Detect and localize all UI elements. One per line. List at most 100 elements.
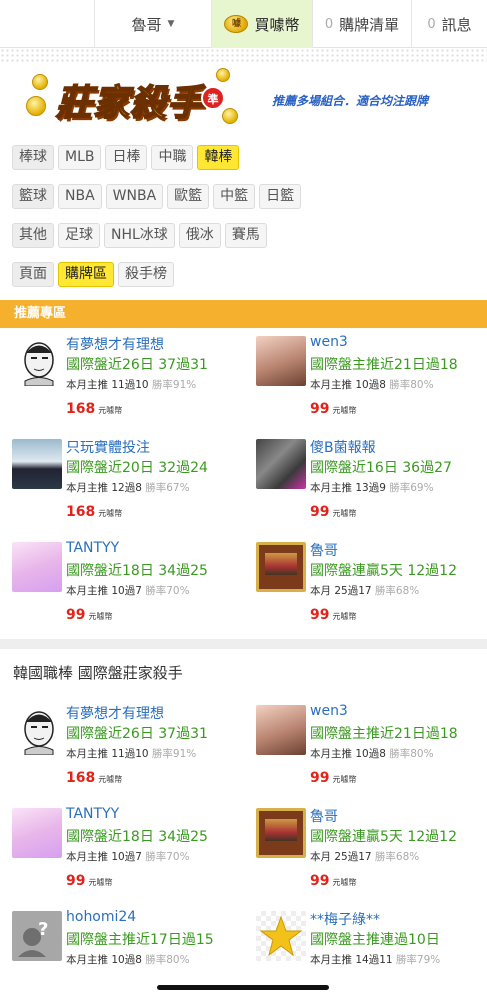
avatar[interactable] — [256, 911, 306, 961]
tipster-name[interactable]: wen3 — [310, 334, 348, 350]
section-header: 推薦專區 — [0, 300, 487, 328]
tipster-name[interactable]: TANTYY — [66, 806, 119, 822]
avatar[interactable] — [12, 336, 62, 386]
logo-badge: 準 — [201, 86, 225, 110]
filter-chip[interactable]: 足球 — [58, 222, 100, 248]
filter-chip[interactable]: 中職 — [151, 144, 194, 170]
price[interactable]: 99 元噱幣 — [310, 501, 356, 520]
win-rate: 勝率80% — [389, 379, 434, 391]
avatar[interactable] — [12, 705, 62, 755]
filter-chip[interactable]: 日棒 — [105, 144, 148, 170]
tipster-card[interactable]: wen3 國際盤主推近21日過18 本月主推 10過8 勝率80% 99 元噱幣 — [244, 328, 487, 431]
price[interactable]: 99 元噱幣 — [310, 398, 356, 417]
price[interactable]: 99 元噱幣 — [310, 604, 356, 623]
tipster-card[interactable]: wen3 國際盤主推近21日過18 本月主推 10過8 勝率80% 99 元噱幣 — [244, 697, 487, 800]
coin-decoration-icon — [26, 96, 46, 116]
filter-chip[interactable]: WNBA — [105, 183, 164, 209]
price[interactable]: 168 元噱幣 — [66, 398, 122, 417]
avatar[interactable] — [256, 542, 306, 592]
tipster-name[interactable]: 只玩實體投注 — [66, 437, 150, 457]
filter-chip[interactable]: MLB — [58, 144, 102, 170]
avatar[interactable] — [12, 439, 62, 489]
price[interactable]: 99 元噱幣 — [310, 870, 356, 889]
price[interactable]: 168 元噱幣 — [66, 501, 122, 520]
price-value: 99 — [310, 504, 330, 520]
tipster-card[interactable]: 只玩實體投注 國際盤近20日 32過24 本月主推 12過8 勝率67% 168 元噱幣 — [0, 431, 244, 534]
avatar[interactable] — [256, 808, 306, 858]
tipster-card[interactable]: 魯哥 國際盤連贏5天 12過12 本月 25過17 勝率68% 99 元噱幣 — [244, 534, 487, 637]
win-rate: 勝率79% — [395, 954, 441, 966]
filter-chip[interactable]: 俄冰 — [178, 222, 221, 248]
top-bar-spacer — [0, 0, 94, 47]
monthly-record: 本月主推 14過11 — [310, 954, 393, 966]
buy-coins-button[interactable]: 噱 買噱幣 — [211, 0, 312, 48]
price-unit: 元噱幣 — [332, 878, 357, 887]
monthly-record: 本月主推 11過10 — [66, 379, 149, 391]
tipster-record: 國際盤近20日 32過24 — [66, 460, 208, 476]
filter-chip[interactable]: NBA — [58, 183, 102, 209]
tipster-record: 國際盤近18日 34過25 — [66, 563, 208, 579]
tipster-record: 國際盤主推近17日過15 — [66, 932, 214, 948]
tipster-card[interactable]: 魯哥 國際盤連贏5天 12過12 本月 25過17 勝率68% 99 元噱幣 — [244, 800, 487, 903]
filter-chip[interactable]: 韓棒 — [197, 144, 240, 170]
price[interactable]: 168 元噱幣 — [66, 767, 122, 786]
filter-category-label: 籃球 — [12, 183, 54, 209]
tipster-stats: 本月主推 10過7 勝率70% — [66, 583, 190, 598]
avatar[interactable] — [12, 542, 62, 592]
filter-chip[interactable]: 歐籃 — [167, 183, 210, 209]
avatar[interactable] — [256, 439, 306, 489]
monthly-record: 本月主推 10過8 — [310, 379, 386, 391]
tipster-card[interactable]: TANTYY 國際盤近18日 34過25 本月主推 10過7 勝率70% 99 元噱幣 — [0, 800, 244, 903]
tipster-stats: 本月主推 10過7 勝率70% — [66, 849, 190, 864]
avatar[interactable] — [256, 336, 306, 386]
price-unit: 元噱幣 — [332, 612, 357, 621]
filter-row: 籃球 NBA WNBA 歐籃 中籃 日籃 — [12, 183, 487, 209]
tipster-stats: 本月主推 10過8 勝率80% — [310, 746, 434, 761]
price[interactable]: 99 元噱幣 — [66, 604, 112, 623]
price-unit: 元噱幣 — [332, 509, 357, 518]
price[interactable]: 99 元噱幣 — [310, 767, 356, 786]
tipster-card[interactable]: 有夢想才有理想 國際盤近26日 37過31 本月主推 11過10 勝率91% 168 元… — [0, 328, 244, 431]
star-icon — [259, 915, 303, 957]
filter-chip[interactable]: 購牌區 — [58, 261, 114, 287]
filter-category-label: 棒球 — [12, 144, 54, 170]
tipster-name[interactable]: wen3 — [310, 703, 348, 719]
monthly-record: 本月主推 10過7 — [66, 851, 142, 863]
filter-chip[interactable]: 中籃 — [213, 183, 256, 209]
tipster-card[interactable]: TANTYY 國際盤近18日 34過25 本月主推 10過7 勝率70% 99 元噱幣 — [0, 534, 244, 637]
tipster-record: 國際盤近16日 36過27 — [310, 460, 452, 476]
monthly-record: 本月主推 13過9 — [310, 482, 386, 494]
tipster-name[interactable]: hohomi24 — [66, 909, 136, 925]
user-menu[interactable]: 魯哥 ▼ — [94, 0, 211, 48]
price[interactable]: 99 元噱幣 — [66, 870, 112, 889]
avatar[interactable]: ? — [12, 911, 62, 961]
win-rate: 勝率80% — [389, 748, 434, 760]
avatar[interactable] — [12, 808, 62, 858]
tipster-name[interactable]: **梅子綠** — [310, 909, 380, 929]
messages-button[interactable]: 0 訊息 — [411, 0, 487, 48]
tipster-name[interactable]: 傻B菌報報 — [310, 437, 376, 457]
tipster-stats: 本月主推 11過10 勝率91% — [66, 746, 196, 761]
logo[interactable]: 莊家殺手 準 — [26, 66, 241, 130]
section-divider — [0, 639, 487, 649]
filter-chip[interactable]: 賽馬 — [224, 222, 267, 248]
slogan: 推薦多場組合．適合均注跟牌 — [272, 94, 429, 108]
filter-chip[interactable]: 日籃 — [259, 183, 302, 209]
avatar[interactable] — [256, 705, 306, 755]
tipster-name[interactable]: TANTYY — [66, 540, 119, 556]
filter-chip[interactable]: 殺手榜 — [118, 261, 174, 287]
filter-row: 棒球 MLB 日棒 中職 韓棒 — [12, 144, 487, 170]
filter-category-label: 頁面 — [12, 261, 54, 287]
tipster-card[interactable]: 傻B菌報報 國際盤近16日 36過27 本月主推 13過9 勝率69% 99 元噱幣 — [244, 431, 487, 534]
coin-icon: 噱 — [224, 15, 249, 33]
filter-chip[interactable]: NHL冰球 — [104, 222, 175, 248]
price-value: 99 — [310, 401, 330, 417]
tipster-name[interactable]: 魯哥 — [310, 540, 338, 560]
tipster-name[interactable]: 魯哥 — [310, 806, 338, 826]
tipster-name[interactable]: 有夢想才有理想 — [66, 334, 164, 354]
tipster-card[interactable]: 有夢想才有理想 國際盤近26日 37過31 本月主推 11過10 勝率91% 168 元… — [0, 697, 244, 800]
tipster-record: 國際盤近18日 34過25 — [66, 829, 208, 845]
tipster-name[interactable]: 有夢想才有理想 — [66, 703, 164, 723]
buy-coins-label: 買噱幣 — [254, 15, 300, 34]
purchase-list-button[interactable]: 0 購牌清單 — [312, 0, 411, 48]
